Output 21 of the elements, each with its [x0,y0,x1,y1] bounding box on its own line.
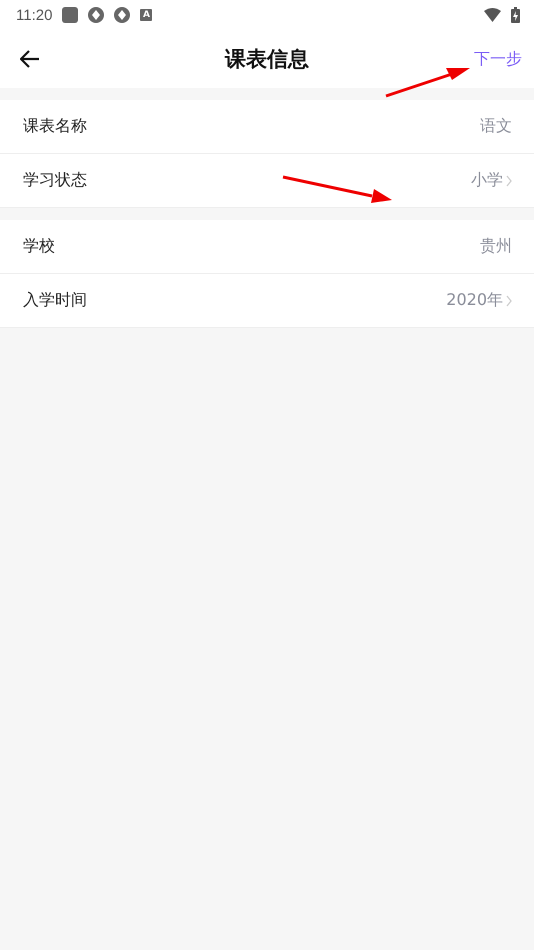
aperture-icon [114,7,130,23]
row-value: 小学 [471,170,503,191]
aperture-icon [88,7,104,23]
row-label: 学习状态 [23,170,87,191]
back-button[interactable] [20,50,40,68]
square-icon [62,7,78,23]
wifi-icon [484,8,501,22]
row-value: 贵州 [480,236,512,257]
row-label: 学校 [23,236,55,257]
list-row[interactable]: 入学时间 2020年 [0,274,534,328]
row-value: 语文 [480,116,512,137]
status-time: 11:20 [16,6,52,24]
list-row[interactable]: 学校 贵州 [0,220,534,274]
battery-icon [511,7,520,23]
next-step-button[interactable]: 下一步 [474,48,522,70]
row-label: 课表名称 [23,116,87,137]
keyboard-badge: A [140,9,152,21]
list-row[interactable]: 课表名称 语文 [0,100,534,154]
row-value: 2020年 [446,290,503,311]
page-title: 课表信息 [225,46,309,73]
row-label: 入学时间 [23,290,87,311]
